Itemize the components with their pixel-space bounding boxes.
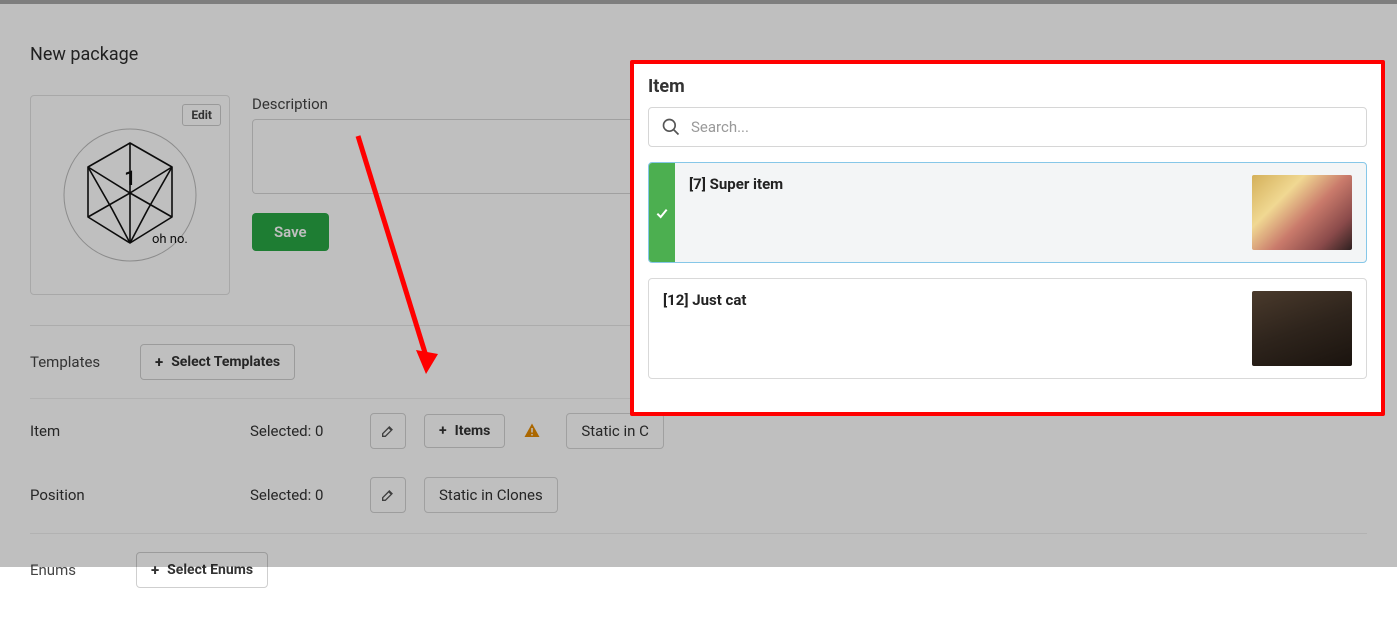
search-field[interactable] [648, 107, 1367, 147]
selected-indicator [649, 163, 675, 262]
item-picker-popup: Item [7] Super item [12] Just cat [630, 60, 1385, 416]
item-thumbnail [1252, 175, 1352, 250]
item-name: [7] Super item [689, 175, 783, 193]
item-thumbnail [1252, 291, 1352, 366]
list-item[interactable]: [7] Super item [648, 162, 1367, 263]
search-input[interactable] [691, 118, 1354, 136]
search-icon [661, 117, 681, 137]
list-item[interactable]: [12] Just cat [648, 278, 1367, 379]
popup-title: Item [648, 76, 1367, 97]
check-icon [654, 205, 670, 221]
item-name: [12] Just cat [663, 291, 746, 309]
